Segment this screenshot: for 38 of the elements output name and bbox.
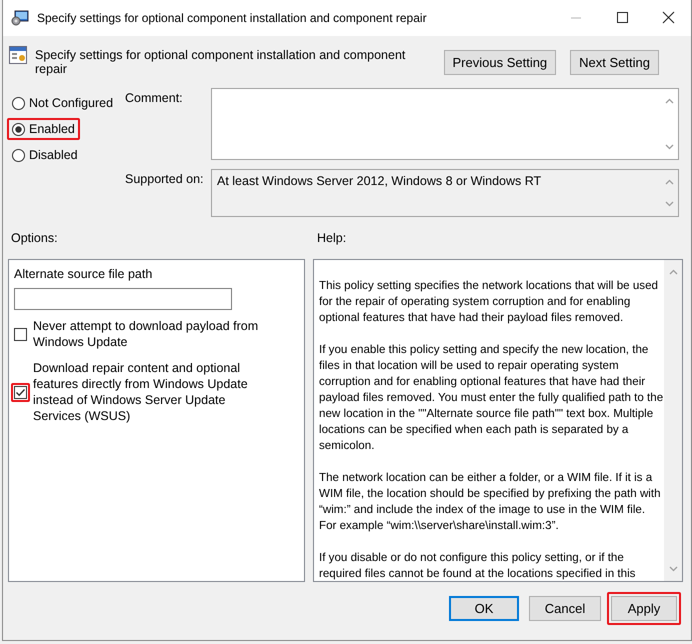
scroll-up-icon[interactable] <box>665 178 674 184</box>
apply-button[interactable]: Apply <box>611 596 677 621</box>
help-paragraph: This policy setting specifies the network locations that will be used for the repair of operating system corruption and for enabling optional features that have had their payload files removed. <box>319 278 659 326</box>
checkbox-label: Download repair content and optional features directly from Windows Update instead of Windows Server Update Services (WSUS) <box>33 360 249 424</box>
settings-window-icon <box>11 10 29 26</box>
previous-setting-button[interactable]: Previous Setting <box>444 50 556 75</box>
path-label: Alternate source file path <box>14 267 154 281</box>
supported-on-field: At least Windows Server 2012, Windows 8 or Windows RT <box>211 168 679 216</box>
radio-option[interactable]: Disabled <box>12 148 78 162</box>
scrollbar[interactable] <box>664 260 682 581</box>
radio-icon[interactable] <box>12 148 25 162</box>
checkbox-label: Never attempt to download payload from Windows Update <box>33 318 260 350</box>
help-paragraph: If you disable or do not configure this policy setting, or if the required files cannot be found at the locations specified in this <box>319 550 636 581</box>
comment-field[interactable] <box>211 88 679 160</box>
radio-icon[interactable] <box>12 96 25 110</box>
path-input-field[interactable] <box>14 288 232 310</box>
checkbox[interactable] <box>14 386 27 398</box>
scroll-up-icon[interactable] <box>665 98 674 104</box>
setting-title: Specify settings for optional component installation and component repair <box>35 48 406 76</box>
help-heading: Help: <box>317 231 346 247</box>
help-paragraph: The network location can be either a folder, or a WIM file. If it is a WIM file, the location should be specified by prefixing the path with “wim:” and include the index of the image to use in the WIM file. For example “wim:\\server\share\install.wim:3”. <box>319 470 662 534</box>
supported-on-label: Supported on: <box>125 170 205 188</box>
scroll-up-icon[interactable] <box>668 269 678 275</box>
radio-option[interactable]: Not Configured <box>12 96 114 110</box>
radio-option[interactable]: Enabled <box>12 122 75 136</box>
help-paragraph: If you enable this policy setting and specify the new location, the files in that location will be used to repair operating system corruption and for enabling optional features that have had their payload files removed. You must enter the fully qualified path to the new location in the ""Alternate source file path"" text box. Multiple locations can be specified when each path is separated by a semicolon. <box>319 342 664 454</box>
ok-button[interactable]: OK <box>449 596 519 621</box>
scroll-down-icon[interactable] <box>665 200 674 206</box>
policy-icon <box>9 46 27 64</box>
scroll-down-icon[interactable] <box>668 566 678 572</box>
cancel-button[interactable]: Cancel <box>529 596 601 621</box>
options-heading: Options: <box>11 231 59 247</box>
comment-label: Comment: <box>125 90 184 107</box>
next-setting-button[interactable]: Next Setting <box>570 50 659 75</box>
scroll-down-icon[interactable] <box>665 144 674 150</box>
checkbox[interactable] <box>14 328 27 340</box>
window-title: Specify settings for optional component installation and component repair <box>37 11 428 25</box>
radio-icon[interactable] <box>12 122 25 136</box>
